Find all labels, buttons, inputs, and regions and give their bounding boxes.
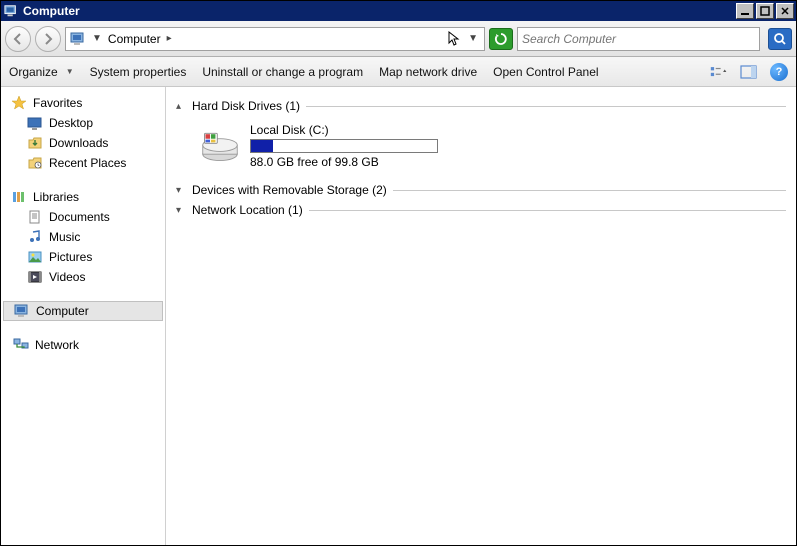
breadcrumb-chevron-icon[interactable]: ▼ (90, 33, 104, 44)
section-network-location[interactable]: ▾ Network Location (1) (176, 203, 786, 217)
address-bar[interactable]: ▼ Computer ▸ ▼ (65, 27, 485, 51)
sidebar-item-music[interactable]: Music (1, 227, 165, 247)
content-pane: ▴ Hard Disk Drives (1) (166, 87, 796, 545)
close-button[interactable] (776, 3, 794, 19)
help-button[interactable]: ? (770, 63, 788, 81)
sidebar-item-documents[interactable]: Documents (1, 207, 165, 227)
drive-item-local-disk-c[interactable]: Local Disk (C:) 88.0 GB free of 99.8 GB (176, 119, 786, 177)
drive-free-text: 88.0 GB free of 99.8 GB (250, 155, 438, 169)
favorites-header[interactable]: Favorites (1, 93, 165, 113)
search-input[interactable] (522, 32, 755, 46)
command-bar: Organize System properties Uninstall or … (1, 57, 796, 87)
section-removable-storage[interactable]: ▾ Devices with Removable Storage (2) (176, 183, 786, 197)
documents-icon (27, 209, 43, 225)
breadcrumb-chevron-icon[interactable]: ▸ (165, 33, 174, 44)
breadcrumb-location[interactable]: Computer (108, 32, 161, 46)
explorer-window: Computer ▼ Computer ▸ ▼ (0, 0, 797, 546)
preview-pane-button[interactable] (740, 63, 758, 81)
star-icon (11, 95, 27, 111)
chevron-up-icon: ▴ (176, 101, 186, 112)
libraries-group: Libraries Documents Music Pictures Video… (1, 187, 165, 287)
computer-group: Computer (1, 301, 165, 321)
window-controls (736, 3, 794, 19)
history-dropdown-icon[interactable]: ▼ (466, 33, 480, 44)
videos-icon (27, 269, 43, 285)
open-control-panel-button[interactable]: Open Control Panel (493, 65, 598, 79)
favorites-label: Favorites (33, 96, 82, 110)
section-hard-disk-drives[interactable]: ▴ Hard Disk Drives (1) (176, 99, 786, 113)
window-body: Favorites Desktop Downloads Recent Place… (1, 87, 796, 545)
refresh-button[interactable] (489, 28, 513, 50)
divider (306, 106, 786, 107)
search-box[interactable] (517, 27, 760, 51)
hard-drive-icon (200, 128, 240, 164)
navigation-pane: Favorites Desktop Downloads Recent Place… (1, 87, 166, 545)
search-button[interactable] (768, 28, 792, 50)
sidebar-item-desktop[interactable]: Desktop (1, 113, 165, 133)
desktop-icon (27, 115, 43, 131)
sidebar-item-network[interactable]: Network (1, 335, 165, 355)
divider (309, 210, 786, 211)
computer-icon (14, 303, 30, 319)
music-icon (27, 229, 43, 245)
window-title: Computer (23, 4, 736, 18)
network-icon (13, 337, 29, 353)
cursor-arrow-icon (448, 31, 462, 47)
divider (393, 190, 786, 191)
sidebar-item-videos[interactable]: Videos (1, 267, 165, 287)
titlebar: Computer (1, 1, 796, 21)
map-network-drive-button[interactable]: Map network drive (379, 65, 477, 79)
libraries-header[interactable]: Libraries (1, 187, 165, 207)
pictures-icon (27, 249, 43, 265)
computer-icon (70, 31, 86, 47)
sidebar-item-downloads[interactable]: Downloads (1, 133, 165, 153)
chevron-down-icon: ▾ (176, 185, 186, 196)
sidebar-item-recent-places[interactable]: Recent Places (1, 153, 165, 173)
drive-info: Local Disk (C:) 88.0 GB free of 99.8 GB (250, 123, 438, 169)
system-properties-button[interactable]: System properties (90, 65, 187, 79)
libraries-label: Libraries (33, 190, 79, 204)
forward-button[interactable] (35, 26, 61, 52)
favorites-group: Favorites Desktop Downloads Recent Place… (1, 93, 165, 173)
navigation-bar: ▼ Computer ▸ ▼ (1, 21, 796, 57)
network-group: Network (1, 335, 165, 355)
computer-icon (3, 3, 19, 19)
chevron-down-icon: ▾ (176, 205, 186, 216)
libraries-icon (11, 189, 27, 205)
drive-usage-fill (251, 140, 273, 152)
minimize-button[interactable] (736, 3, 754, 19)
sidebar-item-computer[interactable]: Computer (3, 301, 163, 321)
organize-menu[interactable]: Organize (9, 65, 74, 79)
recent-places-icon (27, 155, 43, 171)
uninstall-program-button[interactable]: Uninstall or change a program (202, 65, 363, 79)
sidebar-item-pictures[interactable]: Pictures (1, 247, 165, 267)
drive-name: Local Disk (C:) (250, 123, 438, 137)
downloads-icon (27, 135, 43, 151)
drive-usage-bar (250, 139, 438, 153)
maximize-button[interactable] (756, 3, 774, 19)
change-view-button[interactable] (710, 63, 728, 81)
back-button[interactable] (5, 26, 31, 52)
